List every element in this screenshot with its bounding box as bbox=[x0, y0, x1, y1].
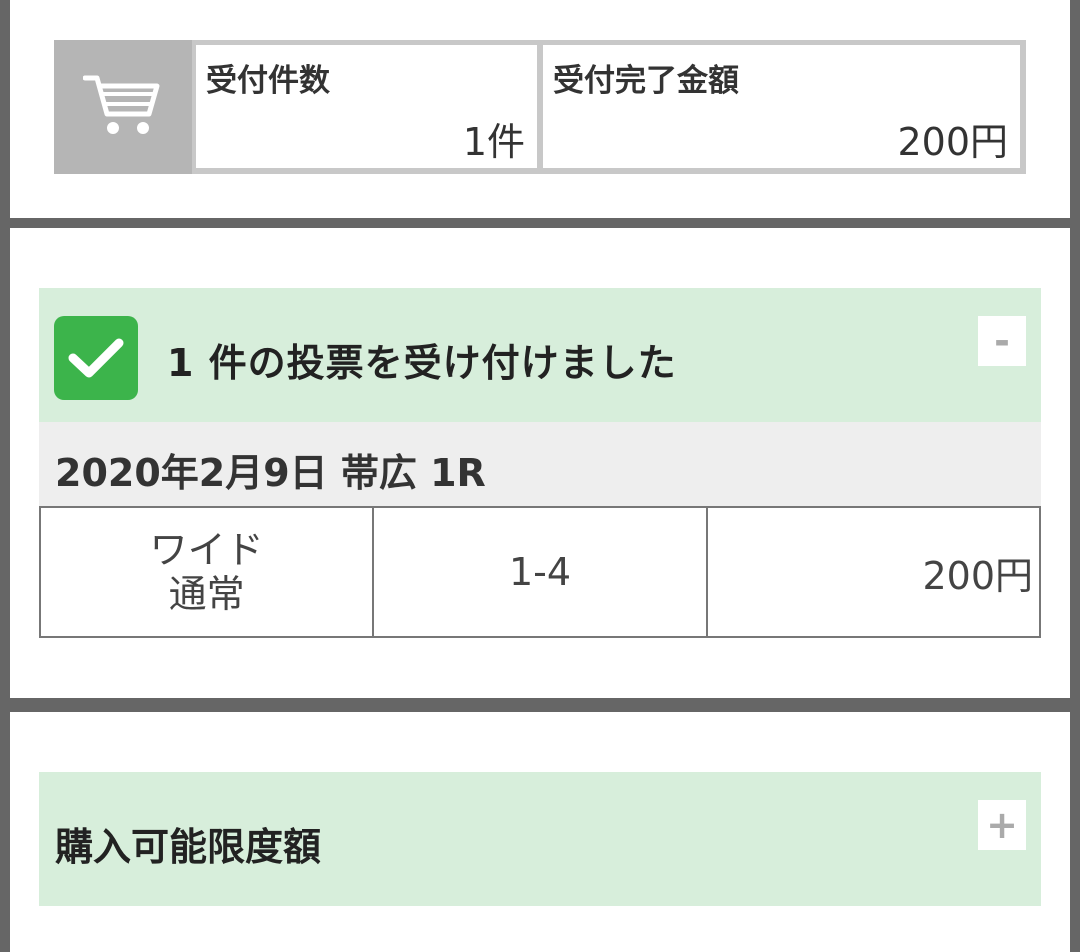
check-icon bbox=[54, 316, 138, 400]
result-header[interactable]: 1 件の投票を受け付けました - bbox=[39, 288, 1041, 422]
bet-amount: 200円 bbox=[705, 506, 1042, 638]
count-cell: 受付件数 1件 bbox=[196, 45, 537, 168]
table-row: ワイド 通常 1-4 200円 bbox=[38, 506, 1042, 638]
bet-type: ワイド bbox=[149, 528, 264, 572]
amount-cell: 受付完了金額 200円 bbox=[543, 45, 1020, 168]
race-title: 2020年2月9日 帯広 1R bbox=[55, 451, 486, 495]
count-label: 受付件数 bbox=[206, 63, 330, 99]
amount-value: 200円 bbox=[897, 120, 1008, 164]
count-value: 1件 bbox=[462, 120, 525, 164]
limit-panel: 購入可能限度額 + bbox=[10, 712, 1070, 952]
collapse-button[interactable]: - bbox=[978, 316, 1026, 366]
bet-combination: 1-4 bbox=[372, 506, 708, 638]
summary-panel: 受付件数 1件 受付完了金額 200円 bbox=[10, 0, 1070, 218]
result-title: 1 件の投票を受け付けました bbox=[167, 341, 677, 385]
cart-cell bbox=[54, 40, 192, 174]
bet-method: 通常 bbox=[168, 572, 245, 616]
amount-label: 受付完了金額 bbox=[553, 63, 739, 99]
limit-header[interactable]: 購入可能限度額 + bbox=[39, 772, 1041, 906]
bet-table: ワイド 通常 1-4 200円 bbox=[38, 506, 1042, 638]
result-panel: 1 件の投票を受け付けました - 2020年2月9日 帯広 1R ワイド 通常 … bbox=[10, 228, 1070, 698]
expand-button[interactable]: + bbox=[978, 800, 1026, 850]
summary-box: 受付件数 1件 受付完了金額 200円 bbox=[54, 40, 1026, 174]
bet-type-cell: ワイド 通常 bbox=[38, 506, 375, 638]
limit-title: 購入可能限度額 bbox=[55, 825, 322, 869]
cart-icon bbox=[82, 72, 163, 142]
race-info-bar: 2020年2月9日 帯広 1R bbox=[39, 422, 1041, 506]
